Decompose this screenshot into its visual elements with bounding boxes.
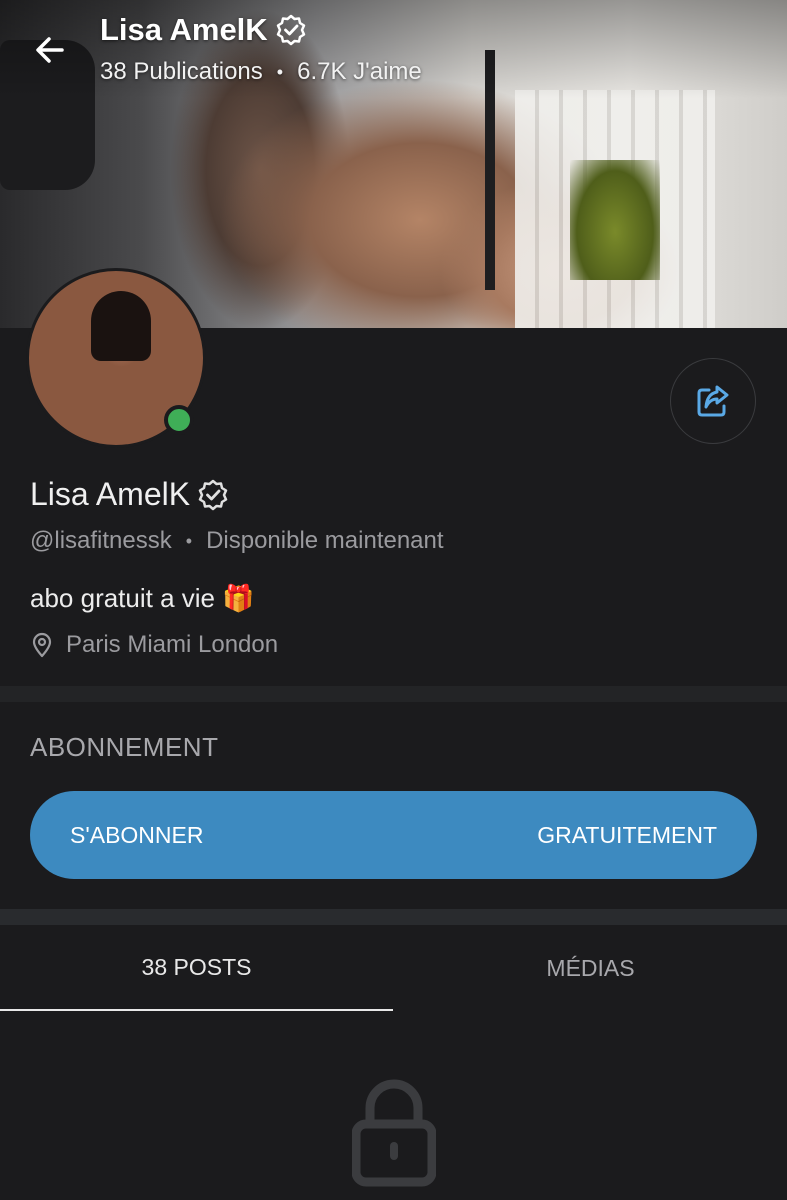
back-button[interactable] — [30, 30, 70, 70]
separator-dot: • — [185, 530, 193, 551]
header-title: Lisa AmelK — [100, 12, 268, 47]
section-divider — [0, 909, 787, 925]
handle-row: @lisafitnessk • Disponible maintenant — [30, 527, 444, 555]
top-bar: Lisa AmelK 38 Publications • 6.7K J'aime — [0, 0, 787, 110]
subscribe-price: GRATUITEMENT — [537, 821, 717, 848]
share-icon — [697, 385, 729, 417]
subscribe-button[interactable]: S'ABONNER GRATUITEMENT — [30, 791, 757, 879]
profile-handle: @lisafitnessk — [30, 527, 172, 554]
likes-count: 6.7K J'aime — [297, 58, 422, 85]
arrow-left-icon — [36, 37, 64, 63]
tab-posts[interactable]: 38 POSTS — [0, 925, 393, 1011]
separator-dot: • — [276, 61, 284, 82]
online-status-indicator — [164, 405, 194, 435]
profile-name: Lisa AmelK — [30, 476, 191, 512]
publications-count: 38 Publications — [100, 58, 263, 85]
header-title-row: Lisa AmelK — [100, 12, 308, 48]
verified-badge-icon — [276, 14, 305, 46]
location-pin-icon — [32, 632, 52, 658]
verified-badge-icon — [198, 479, 228, 510]
availability-status: Disponible maintenant — [206, 527, 444, 554]
share-button[interactable] — [670, 358, 756, 444]
tab-posts-label: 38 POSTS — [141, 953, 252, 980]
lock-icon — [352, 1079, 436, 1187]
subscribe-label: S'ABONNER — [70, 821, 204, 848]
profile-name-row: Lisa AmelK — [30, 476, 230, 513]
profile-bio: abo gratuit a vie 🎁 — [30, 583, 255, 613]
header-stats: 38 Publications • 6.7K J'aime — [100, 58, 422, 86]
location-text: Paris Miami London — [66, 631, 279, 658]
tab-media-label: MÉDIAS — [546, 954, 635, 981]
section-divider — [0, 686, 787, 702]
subscription-section-title: ABONNEMENT — [30, 732, 219, 762]
tab-media[interactable]: MÉDIAS — [394, 925, 787, 1011]
profile-location: Paris Miami London — [30, 631, 278, 659]
